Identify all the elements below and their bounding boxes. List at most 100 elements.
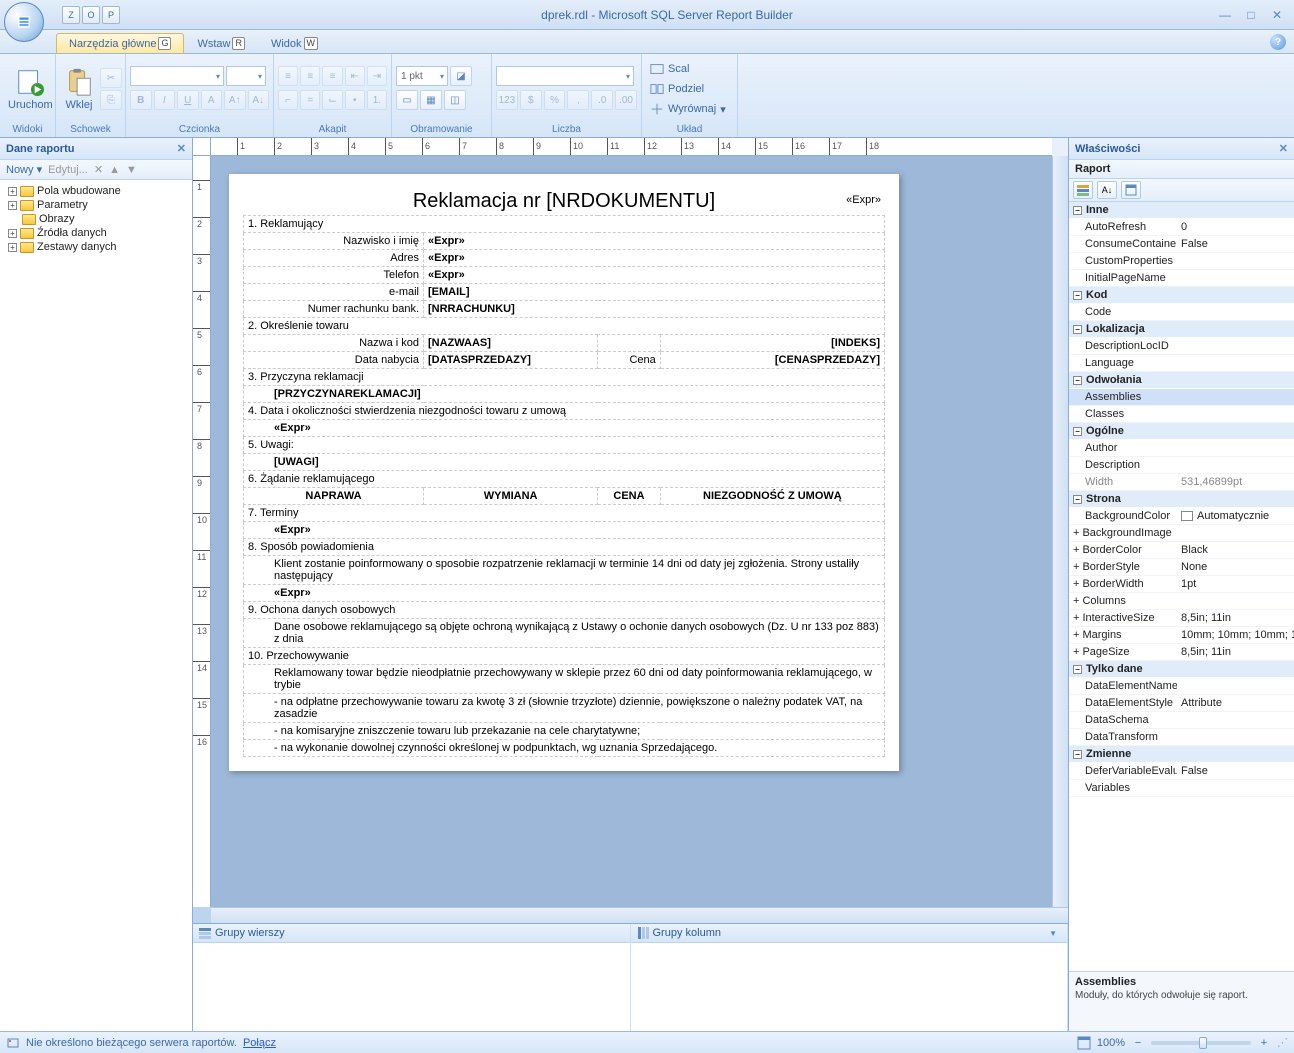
copy-button[interactable]: ⎘ (100, 90, 122, 110)
horizontal-ruler[interactable]: 123456789101112131415161718 (211, 138, 1052, 156)
grow-font-button[interactable]: A↑ (224, 90, 246, 110)
maximize-button[interactable]: □ (1240, 7, 1262, 23)
qat-redo[interactable]: O (82, 6, 100, 24)
resize-grip[interactable]: ⋰ (1277, 1036, 1288, 1049)
bold-button[interactable]: B (130, 90, 152, 110)
run-button[interactable]: Uruchom (4, 65, 57, 113)
tab-insert[interactable]: WstawR (184, 33, 258, 53)
minimize-button[interactable]: — (1214, 7, 1236, 23)
tab-home[interactable]: Narzędzia główneG (56, 33, 184, 53)
thousands-button[interactable]: , (567, 90, 589, 110)
valign-bot-button[interactable]: ⌙ (322, 90, 342, 110)
move-down-button[interactable]: ▼ (126, 164, 137, 176)
tab-view[interactable]: WidokW (258, 33, 331, 53)
tree-item-datasources[interactable]: +Źródła danych (4, 226, 188, 240)
col-groups-header[interactable]: Grupy kolumn ▼ (631, 924, 1068, 943)
align-button[interactable]: Wyrównaj ▾ (646, 100, 730, 118)
new-dropdown[interactable]: Nowy ▾ (6, 163, 42, 176)
connect-link[interactable]: Połącz (243, 1037, 276, 1049)
app-orb[interactable] (4, 2, 44, 42)
indent-dec-button[interactable]: ⇤ (345, 66, 365, 86)
status-server: Nie określono bieżącego serwera raportów… (26, 1037, 237, 1049)
delete-button[interactable]: ✕ (94, 163, 103, 176)
border-color-button[interactable]: ◪ (450, 66, 472, 86)
panel-close-button[interactable]: ✕ (177, 142, 186, 155)
vertical-scrollbar[interactable] (1052, 156, 1068, 907)
percent-button[interactable]: % (544, 90, 566, 110)
tree-item-builtin[interactable]: +Pola wbudowane (4, 184, 188, 198)
font-size-combo[interactable] (226, 66, 266, 86)
zoom-out-button[interactable]: − (1131, 1037, 1145, 1049)
numbering-button[interactable]: 1. (367, 90, 387, 110)
qat-undo[interactable]: Z (62, 6, 80, 24)
tree-item-params[interactable]: +Parametry (4, 198, 188, 212)
keytip: G (158, 37, 171, 50)
ribbon-tabs: Narzędzia główneG WstawR WidokW ? (0, 30, 1294, 54)
folder-icon (20, 242, 34, 253)
tree-item-datasets[interactable]: +Zestawy danych (4, 240, 188, 254)
split-button[interactable]: Podziel (646, 80, 730, 98)
indent-inc-button[interactable]: ⇥ (367, 66, 387, 86)
tree-item-images[interactable]: Obrazy (4, 212, 188, 226)
font-color-button[interactable]: A (201, 90, 223, 110)
valign-top-button[interactable]: ⌐ (278, 90, 298, 110)
merge-button[interactable]: Scal (646, 60, 730, 78)
color-swatch (1181, 511, 1193, 521)
categorized-button[interactable] (1073, 181, 1093, 199)
border-style-button[interactable]: ▭ (396, 90, 418, 110)
group-label-layout: Układ (646, 122, 733, 137)
keytip: W (304, 37, 319, 50)
dec-decimal-button[interactable]: .00 (615, 90, 637, 110)
canvas[interactable]: Reklamacja nr [NRDOKUMENTU] «Expr» 1. Re… (211, 156, 1052, 907)
edit-button[interactable]: Edytuj... (48, 164, 88, 176)
props-close-button[interactable]: ✕ (1279, 142, 1288, 155)
report-title[interactable]: Reklamacja nr [NRDOKUMENTU] «Expr» (243, 188, 885, 215)
border-width-combo[interactable]: 1 pkt (396, 66, 448, 86)
zoom-slider[interactable] (1151, 1041, 1251, 1045)
paste-button[interactable]: Wklej (60, 65, 98, 113)
italic-button[interactable]: I (154, 90, 176, 110)
align-center-button[interactable]: ≡ (300, 66, 320, 86)
title-expr[interactable]: «Expr» (846, 194, 881, 206)
groups-dropdown[interactable]: ▼ (1045, 929, 1061, 938)
property-pages-button[interactable] (1121, 181, 1141, 199)
alphabetical-button[interactable]: A↓ (1097, 181, 1117, 199)
align-right-button[interactable]: ≡ (322, 66, 342, 86)
number-format-combo[interactable] (496, 66, 634, 86)
col-groups-body[interactable] (631, 943, 1068, 1031)
property-grid[interactable]: −Inne AutoRefresh0 ConsumeContaineFalse … (1069, 202, 1294, 971)
horizontal-scrollbar[interactable] (211, 907, 1068, 923)
keytip: R (232, 37, 245, 50)
fill-color-button[interactable]: ◫ (444, 90, 466, 110)
zoom-level: 100% (1097, 1037, 1125, 1049)
row-groups-body[interactable] (193, 943, 630, 1031)
vertical-ruler[interactable]: 12345678910111213141516 (193, 156, 211, 907)
border-preset-button[interactable]: ▦ (420, 90, 442, 110)
close-button[interactable]: ✕ (1266, 7, 1288, 23)
report-table[interactable]: 1. Reklamujący Nazwisko i imię«Expr» Adr… (243, 215, 885, 757)
data-tree[interactable]: +Pola wbudowane +Parametry Obrazy +Źródł… (0, 180, 192, 1031)
placeholder-button[interactable]: 123 (496, 90, 518, 110)
move-up-button[interactable]: ▲ (109, 164, 120, 176)
qat-save[interactable]: P (102, 6, 120, 24)
inc-decimal-button[interactable]: .0 (591, 90, 613, 110)
currency-button[interactable]: $ (520, 90, 542, 110)
valign-mid-button[interactable]: = (300, 90, 320, 110)
ribbon: Uruchom Widoki Wklej ✂ ⎘ Schowek B I (0, 54, 1294, 138)
props-header: Właściwości ✕ (1069, 138, 1294, 160)
property-description: Assemblies Moduły, do których odwołuje s… (1069, 971, 1294, 1031)
shrink-font-button[interactable]: A↓ (248, 90, 270, 110)
titlebar: Z O P dprek.rdl - Microsoft SQL Server R… (0, 0, 1294, 30)
help-button[interactable]: ? (1270, 34, 1286, 50)
design-view-icon[interactable] (1077, 1036, 1091, 1050)
props-toolbar: A↓ (1069, 179, 1294, 202)
report-data-panel: Dane raportu ✕ Nowy ▾ Edytuj... ✕ ▲ ▼ +P… (0, 138, 193, 1031)
cut-button[interactable]: ✂ (100, 68, 122, 88)
zoom-in-button[interactable]: + (1257, 1037, 1271, 1049)
underline-button[interactable]: U (177, 90, 199, 110)
bullets-button[interactable]: • (345, 90, 365, 110)
report-body[interactable]: Reklamacja nr [NRDOKUMENTU] «Expr» 1. Re… (229, 174, 899, 771)
align-left-button[interactable]: ≡ (278, 66, 298, 86)
row-groups-header[interactable]: Grupy wierszy (193, 924, 630, 943)
font-family-combo[interactable] (130, 66, 224, 86)
